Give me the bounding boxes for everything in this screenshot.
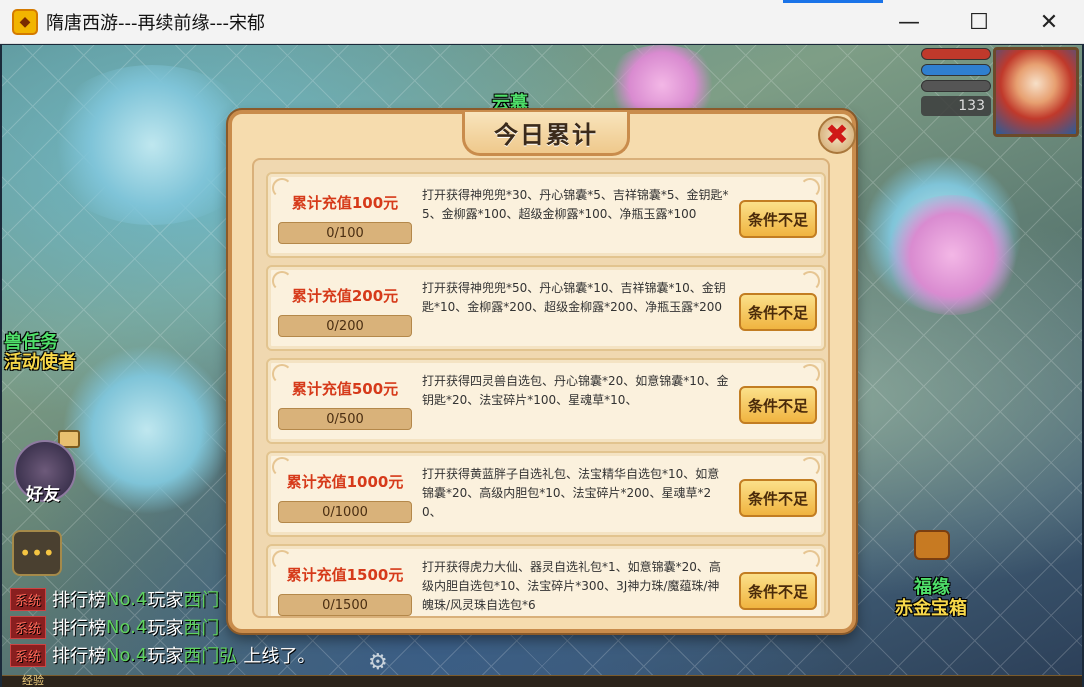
reward-card: 累计充值500元 0/500 打开获得四灵兽自选包、丹心锦囊*20、如意锦囊*1… <box>266 358 826 444</box>
reward-progress: 0/100 <box>278 222 412 244</box>
window-titlebar: ◆ 隋唐西游---再续前缘---宋郁 — ☐ ✕ <box>0 0 1084 44</box>
chat-button[interactable]: ••• <box>12 530 62 576</box>
mp-bar <box>921 64 991 76</box>
reward-title: 累计充值1000元 <box>286 473 404 491</box>
claim-button[interactable]: 条件不足 <box>739 479 817 517</box>
reward-card: 累计充值1000元 0/1000 打开获得黄蓝胖子自选礼包、法宝精华自选包*10… <box>266 451 826 537</box>
chat-rank: No.4 <box>106 644 148 666</box>
chat-text: 排行榜 <box>52 590 107 611</box>
friend-button-label: 好友 <box>26 485 60 505</box>
chat-text: 玩家 <box>147 646 184 667</box>
reward-card: 累计充值100元 0/100 打开获得神兜兜*30、丹心锦囊*5、吉祥锦囊*5、… <box>266 172 826 258</box>
minimize-button[interactable]: — <box>874 0 944 44</box>
reward-card: 累计充值200元 0/200 打开获得神兜兜*50、丹心锦囊*10、吉祥锦囊*1… <box>266 265 826 351</box>
claim-button[interactable]: 条件不足 <box>739 386 817 424</box>
maximize-button[interactable]: ☐ <box>944 0 1014 44</box>
chat-text: 排行榜 <box>52 646 107 667</box>
scene-decoration <box>62 345 232 515</box>
chat-text: 玩家 <box>147 590 184 611</box>
player-status-bars <box>921 48 991 96</box>
chat-player-name[interactable]: 西门 <box>183 614 219 640</box>
player-level: 133 <box>921 96 991 116</box>
reward-list-panel[interactable]: 累计充值100元 0/100 打开获得神兜兜*30、丹心锦囊*5、吉祥锦囊*5、… <box>252 158 830 618</box>
dialog-close-button[interactable]: ✖ <box>818 116 856 154</box>
chat-rank: No.4 <box>106 616 148 638</box>
reward-progress: 0/500 <box>278 408 412 430</box>
quest-npc-name[interactable]: 活动使者 <box>4 348 76 374</box>
reward-card: 累计充值1500元 0/1500 打开获得虎力大仙、器灵自选礼包*1、如意锦囊*… <box>266 544 826 616</box>
chat-rank: No.4 <box>106 588 148 610</box>
chat-line: 系统 排行榜 No.4 玩家 西门弘 上线了。 <box>10 641 370 669</box>
reward-description: 打开获得黄蓝胖子自选礼包、法宝精华自选包*10、如意锦囊*20、高级内胆包*10… <box>422 467 720 519</box>
system-tag: 系统 <box>10 643 47 667</box>
chat-text: 上线了。 <box>243 646 316 667</box>
claim-button[interactable]: 条件不足 <box>739 200 817 238</box>
reward-description: 打开获得虎力大仙、器灵自选礼包*1、如意锦囊*20、高级内胆自选包*10、法宝碎… <box>422 560 721 612</box>
reward-title: 累计充值100元 <box>291 194 399 212</box>
hp-bar <box>921 48 991 60</box>
claim-button[interactable]: 条件不足 <box>739 572 817 610</box>
reward-progress: 0/200 <box>278 315 412 337</box>
scene-decoration <box>882 195 1022 315</box>
exp-bar <box>921 80 991 92</box>
close-window-button[interactable]: ✕ <box>1014 0 1084 44</box>
window-title: 隋唐西游---再续前缘---宋郁 <box>46 12 265 34</box>
system-tag: 系统 <box>10 587 47 611</box>
reward-title: 累计充值1500元 <box>286 566 404 584</box>
player-avatar[interactable] <box>993 47 1079 137</box>
window-controls: — ☐ ✕ <box>874 0 1084 44</box>
close-icon: ✖ <box>825 118 849 151</box>
dialog-title: 今日累计 <box>494 121 598 149</box>
reward-title: 累计充值200元 <box>291 287 399 305</box>
reward-progress: 0/1000 <box>278 501 412 523</box>
system-tag: 系统 <box>10 615 47 639</box>
chat-player-name[interactable]: 西门弘 <box>183 642 237 668</box>
experience-bar <box>2 675 1082 687</box>
reward-list: 累计充值100元 0/100 打开获得神兜兜*30、丹心锦囊*5、吉祥锦囊*5、… <box>266 172 826 616</box>
reward-description: 打开获得神兜兜*30、丹心锦囊*5、吉祥锦囊*5、金钥匙*5、金柳露*100、超… <box>422 188 729 221</box>
reward-description: 打开获得四灵兽自选包、丹心锦囊*20、如意锦囊*10、金钥匙*20、法宝碎片*1… <box>422 374 729 407</box>
dialog-title-plate: 今日累计 <box>462 112 630 156</box>
chat-bubble-icon: ••• <box>19 541 55 565</box>
chat-text: 玩家 <box>147 618 184 639</box>
experience-label: 经验 <box>22 674 44 687</box>
app-icon: ◆ <box>12 8 38 35</box>
reward-description: 打开获得神兜兜*50、丹心锦囊*10、吉祥锦囊*10、金钥匙*10、金柳露*20… <box>422 281 726 314</box>
gear-icon[interactable]: ⚙ <box>368 650 388 675</box>
claim-button[interactable]: 条件不足 <box>739 293 817 331</box>
chat-text: 排行榜 <box>52 618 107 639</box>
chest-name[interactable]: 赤金宝箱 <box>895 594 967 620</box>
treasure-chest-icon[interactable] <box>914 530 950 560</box>
daily-recharge-dialog: 今日累计 ✖ 累计充值100元 0/100 打开获得神兜兜*30、丹心锦囊*5、… <box>228 110 856 633</box>
reward-progress: 0/1500 <box>278 594 412 616</box>
taskbar-progress-strip <box>783 0 883 3</box>
reward-title: 累计充值500元 <box>291 380 399 398</box>
chat-player-name[interactable]: 西门 <box>183 586 219 612</box>
